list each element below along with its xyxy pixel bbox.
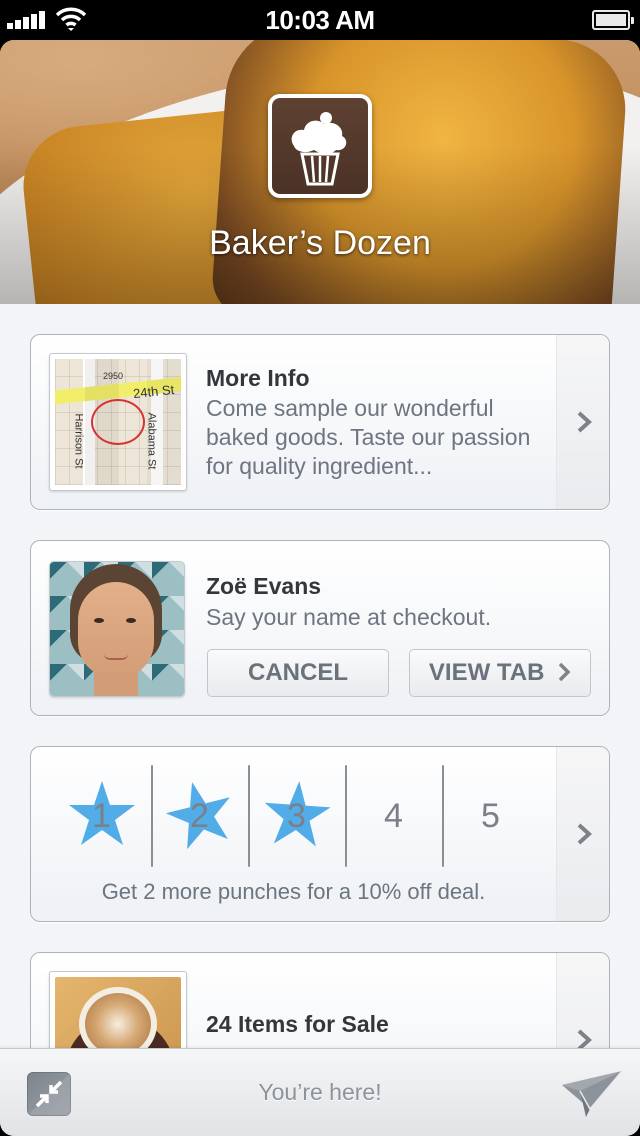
chevron-right-icon: [577, 411, 592, 433]
open-tab-card: Zoë Evans Say your name at checkout. CAN…: [30, 540, 610, 716]
bottom-bar: You’re here!: [0, 1048, 640, 1136]
map-label-harrison: Harrison St: [72, 413, 85, 469]
chevron-right-icon: [558, 662, 571, 682]
map-label-number: 2950: [103, 371, 124, 381]
view-tab-label: VIEW TAB: [428, 659, 545, 686]
merchant-logo[interactable]: [268, 94, 372, 198]
paper-plane-icon[interactable]: [560, 1071, 624, 1117]
more-info-title: More Info: [206, 365, 310, 391]
status-bar: 10:03 AM: [0, 0, 640, 40]
cupcake-icon: [291, 112, 347, 186]
more-info-card[interactable]: 2950 24th St Harrison St Alabama St More…: [30, 334, 610, 510]
screen: Baker’s Dozen 2950 24th St Harrison St A…: [0, 40, 640, 1136]
punch-card-message: Get 2 more punches for a 10% off deal.: [101, 879, 486, 904]
punch-number: 3: [287, 797, 306, 835]
punch-slot-4: 4: [345, 765, 442, 869]
map-thumbnail: 2950 24th St Harrison St Alabama St: [49, 353, 187, 491]
customer-name: Zoë Evans: [206, 573, 322, 599]
more-info-chevron-button[interactable]: [556, 335, 609, 509]
merchant-name: Baker’s Dozen: [209, 224, 431, 262]
punch-card[interactable]: 1 2 3 4 5 Get 2 more punches for a 10% o…: [30, 746, 610, 922]
more-info-description: Come sample our wonderful baked goods. T…: [206, 395, 531, 479]
battery-full-icon: [592, 10, 634, 30]
punch-slot-3: 3: [248, 765, 345, 869]
chevron-right-icon: [577, 823, 592, 845]
checkout-instruction: Say your name at checkout.: [206, 604, 492, 630]
punch-slot-1: 1: [53, 765, 150, 869]
user-avatar: [49, 561, 185, 697]
cancel-button[interactable]: CANCEL: [207, 649, 389, 697]
view-tab-button[interactable]: VIEW TAB: [409, 649, 591, 697]
punch-slot-5: 5: [442, 765, 539, 869]
punch-slot-2: 2: [151, 765, 248, 869]
map-label-alabama: Alabama St: [145, 412, 158, 470]
punch-number: 4: [384, 797, 403, 835]
merchant-header: Baker’s Dozen: [0, 40, 640, 304]
status-time: 10:03 AM: [265, 5, 375, 35]
punch-card-chevron-button[interactable]: [556, 747, 609, 921]
punch-number: 2: [190, 797, 209, 835]
location-status-text: You’re here!: [258, 1079, 382, 1105]
items-for-sale-title: 24 Items for Sale: [206, 1011, 389, 1037]
punch-number: 1: [92, 797, 111, 835]
punch-number: 5: [481, 797, 500, 835]
location-marker-circle: [91, 399, 145, 445]
